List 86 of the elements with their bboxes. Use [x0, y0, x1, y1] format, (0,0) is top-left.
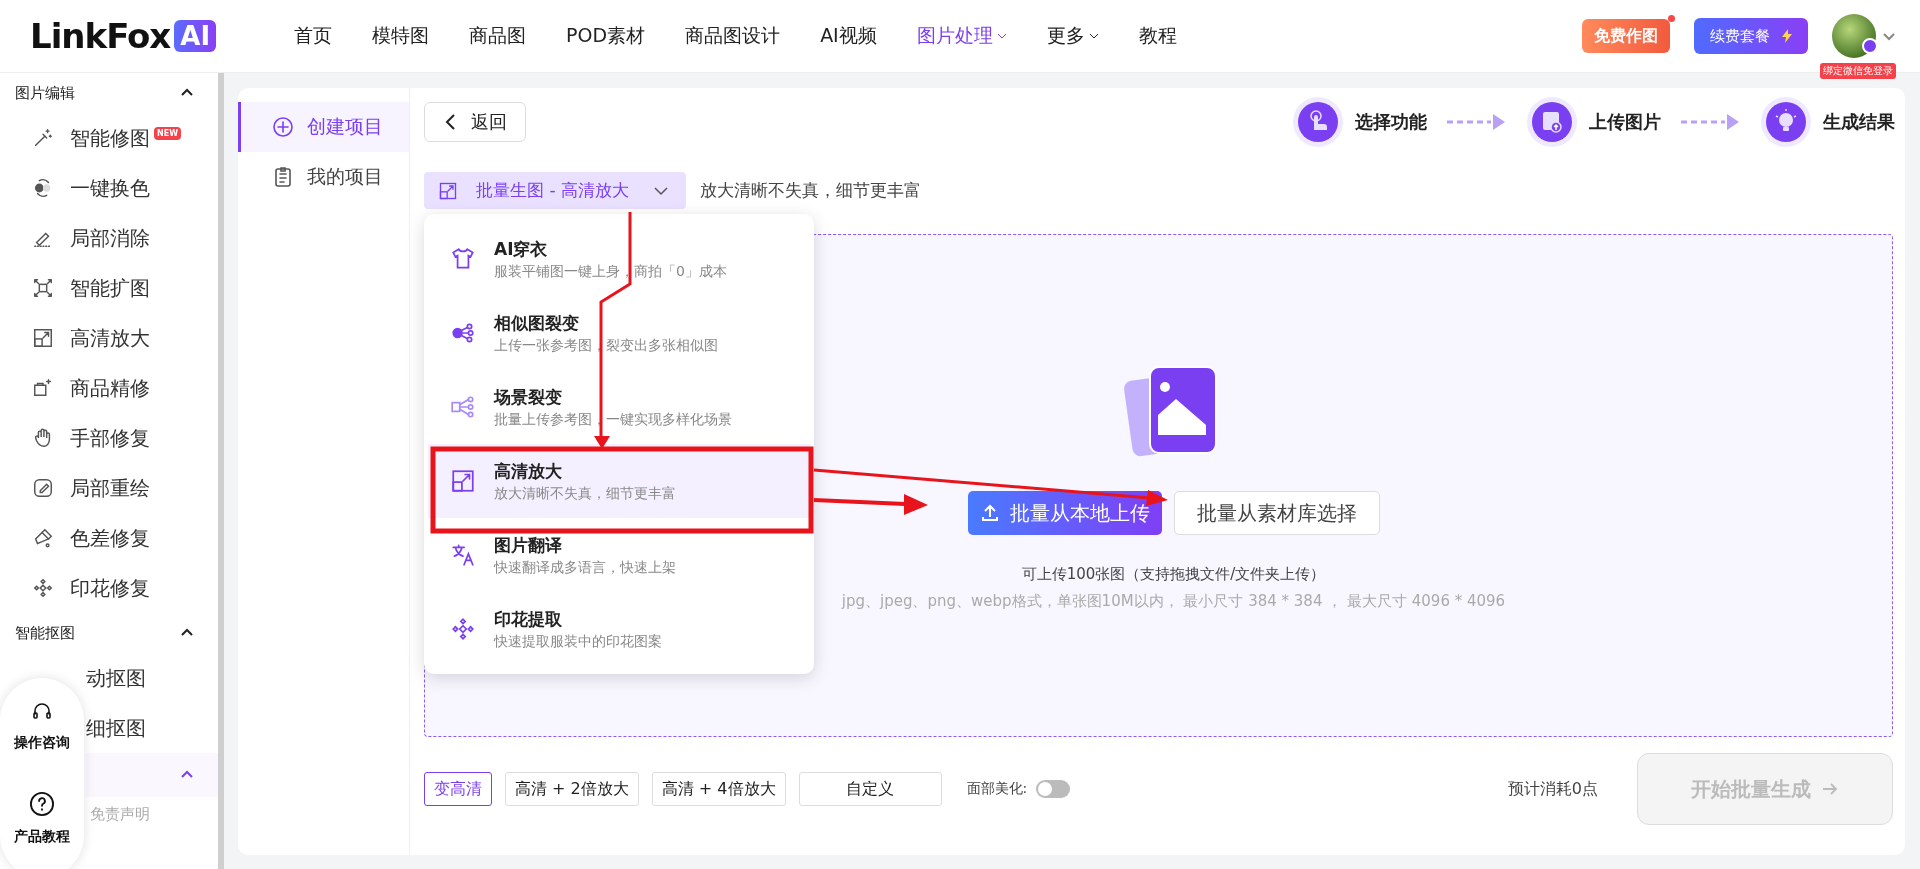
option-title: 印花提取: [494, 607, 563, 631]
help-circle-icon: [28, 790, 56, 818]
option-title: 场景裂变: [494, 385, 563, 409]
upscale-icon: [450, 468, 476, 494]
nav-link[interactable]: 更多: [1026, 23, 1119, 49]
preset-option[interactable]: 高清 + 4倍放大: [651, 772, 786, 806]
shirt-icon: [450, 246, 476, 272]
option-subtitle: 服装平铺图一键上身，商拍「0」成本: [494, 262, 727, 281]
option-title: 高清放大: [494, 459, 563, 483]
notification-dot: [1668, 15, 1675, 22]
nav-link[interactable]: 教程: [1118, 23, 1197, 49]
step-label: 选择功能: [1355, 110, 1427, 134]
option-subtitle: 上传一张参考图，裂变出多张相似图: [494, 336, 718, 355]
magic-wand-icon: [32, 127, 54, 149]
mode-description: 放大清晰不失真，细节更丰富: [700, 179, 921, 202]
branch-icon: [450, 394, 476, 420]
chevron-left-icon: [443, 113, 457, 131]
product-sparkle-icon: [32, 377, 54, 399]
back-button[interactable]: 返回: [424, 102, 526, 142]
library-select-button[interactable]: 批量从素材库选择: [1173, 491, 1380, 535]
help-button[interactable]: 产品教程: [14, 790, 70, 846]
option-title: AI穿衣: [494, 237, 549, 261]
sidebar-item[interactable]: 局部消除: [0, 213, 218, 263]
help-button[interactable]: 操作咨询: [14, 700, 70, 752]
paint-brush-icon: [32, 527, 54, 549]
preset-option[interactable]: 变高清: [424, 772, 492, 806]
sidebar-item[interactable]: 印花修复: [0, 563, 218, 613]
sidebar-item[interactable]: 高清放大: [0, 313, 218, 363]
preset-option[interactable]: 高清 + 2倍放大: [505, 772, 639, 806]
sidebar-item[interactable]: 动抠图: [86, 653, 218, 703]
pattern-icon: [450, 616, 476, 642]
project-nav-item[interactable]: 创建项目: [238, 102, 409, 152]
section-title: 图片编辑: [15, 83, 75, 103]
nav-link[interactable]: POD素材: [546, 23, 666, 49]
new-badge: NEW: [154, 127, 181, 140]
option-title: 图片翻译: [494, 533, 563, 557]
sidebar-item[interactable]: 色差修复: [0, 513, 218, 563]
nav-link[interactable]: 商品图设计: [665, 23, 801, 49]
avatar[interactable]: [1832, 14, 1876, 58]
lightbulb-icon: [1766, 102, 1806, 142]
upscale-icon: [32, 327, 54, 349]
face-beautify-label: 面部美化:: [966, 780, 1028, 798]
nav-link[interactable]: AI视频: [800, 23, 897, 49]
upload-icon: [979, 503, 1000, 523]
sidebar-item[interactable]: 手部修复: [0, 413, 218, 463]
dashed-arrow-icon: [1681, 112, 1741, 132]
preset-option[interactable]: 自定义: [798, 772, 942, 806]
upscale-icon: [438, 180, 458, 201]
nav-link[interactable]: 商品图: [449, 23, 547, 49]
sidebar-item[interactable]: 局部重绘: [0, 463, 218, 513]
toggle-switch[interactable]: [1036, 780, 1071, 798]
brush-icon: [32, 477, 54, 499]
sidebar-item[interactable]: 智能扩图: [0, 263, 218, 313]
mode-select[interactable]: 批量生图 - 高清放大: [424, 172, 686, 209]
step-label: 生成结果: [1823, 110, 1895, 134]
step-label: 上传图片: [1589, 110, 1661, 134]
option-subtitle: 放大清晰不失真，细节更丰富: [494, 484, 676, 503]
plus-circle-icon: [271, 115, 295, 139]
share-nodes-icon: [450, 320, 476, 346]
option-subtitle: 批量上传参考图，一键实现多样化场景: [494, 410, 732, 429]
nav-link[interactable]: 首页: [274, 23, 353, 49]
sidebar-item[interactable]: 一键换色: [0, 163, 218, 213]
format-info: jpg、jpeg、png、webp格式，单张图10M以内， 最小尺寸 384 * 384 ， 最大尺寸 4096 * 4096: [841, 592, 1506, 611]
sidebar-item[interactable]: 细抠图: [86, 703, 218, 753]
project-nav-item[interactable]: 我的项目: [238, 152, 409, 202]
login-badge: 绑定微信免登录: [1820, 62, 1896, 79]
renew-plan-button[interactable]: 续费套餐: [1694, 18, 1808, 54]
image-upload-icon: [1532, 102, 1572, 142]
sidebar-item[interactable]: 商品精修: [0, 363, 218, 413]
section-title: 智能抠图: [15, 623, 75, 643]
pattern-icon: [32, 577, 54, 599]
option-subtitle: 快速翻译成多语言，快速上架: [494, 558, 676, 577]
nav-link[interactable]: 模特图: [352, 23, 450, 49]
local-upload-button[interactable]: 批量从本地上传: [967, 491, 1162, 535]
logo[interactable]: LinkFox AI: [30, 16, 217, 56]
sidebar-item[interactable]: 智能修图 NEW: [0, 113, 218, 163]
cost-estimate: 预计消耗0点: [1507, 778, 1598, 800]
menu-option[interactable]: 高清放大 放大清晰不失真，细节更丰富: [428, 444, 810, 518]
translate-icon: [450, 542, 476, 568]
expand-icon: [32, 277, 54, 299]
nav-link[interactable]: 图片处理: [896, 23, 1027, 49]
upload-hint: 可上传100张图（支持拖拽文件/文件夹上传）: [1021, 565, 1326, 584]
option-subtitle: 快速提取服装中的印花图案: [494, 632, 662, 651]
option-title: 相似图裂变: [494, 311, 580, 335]
dashed-arrow-icon: [1447, 112, 1507, 132]
lightning-icon: [1782, 29, 1792, 43]
